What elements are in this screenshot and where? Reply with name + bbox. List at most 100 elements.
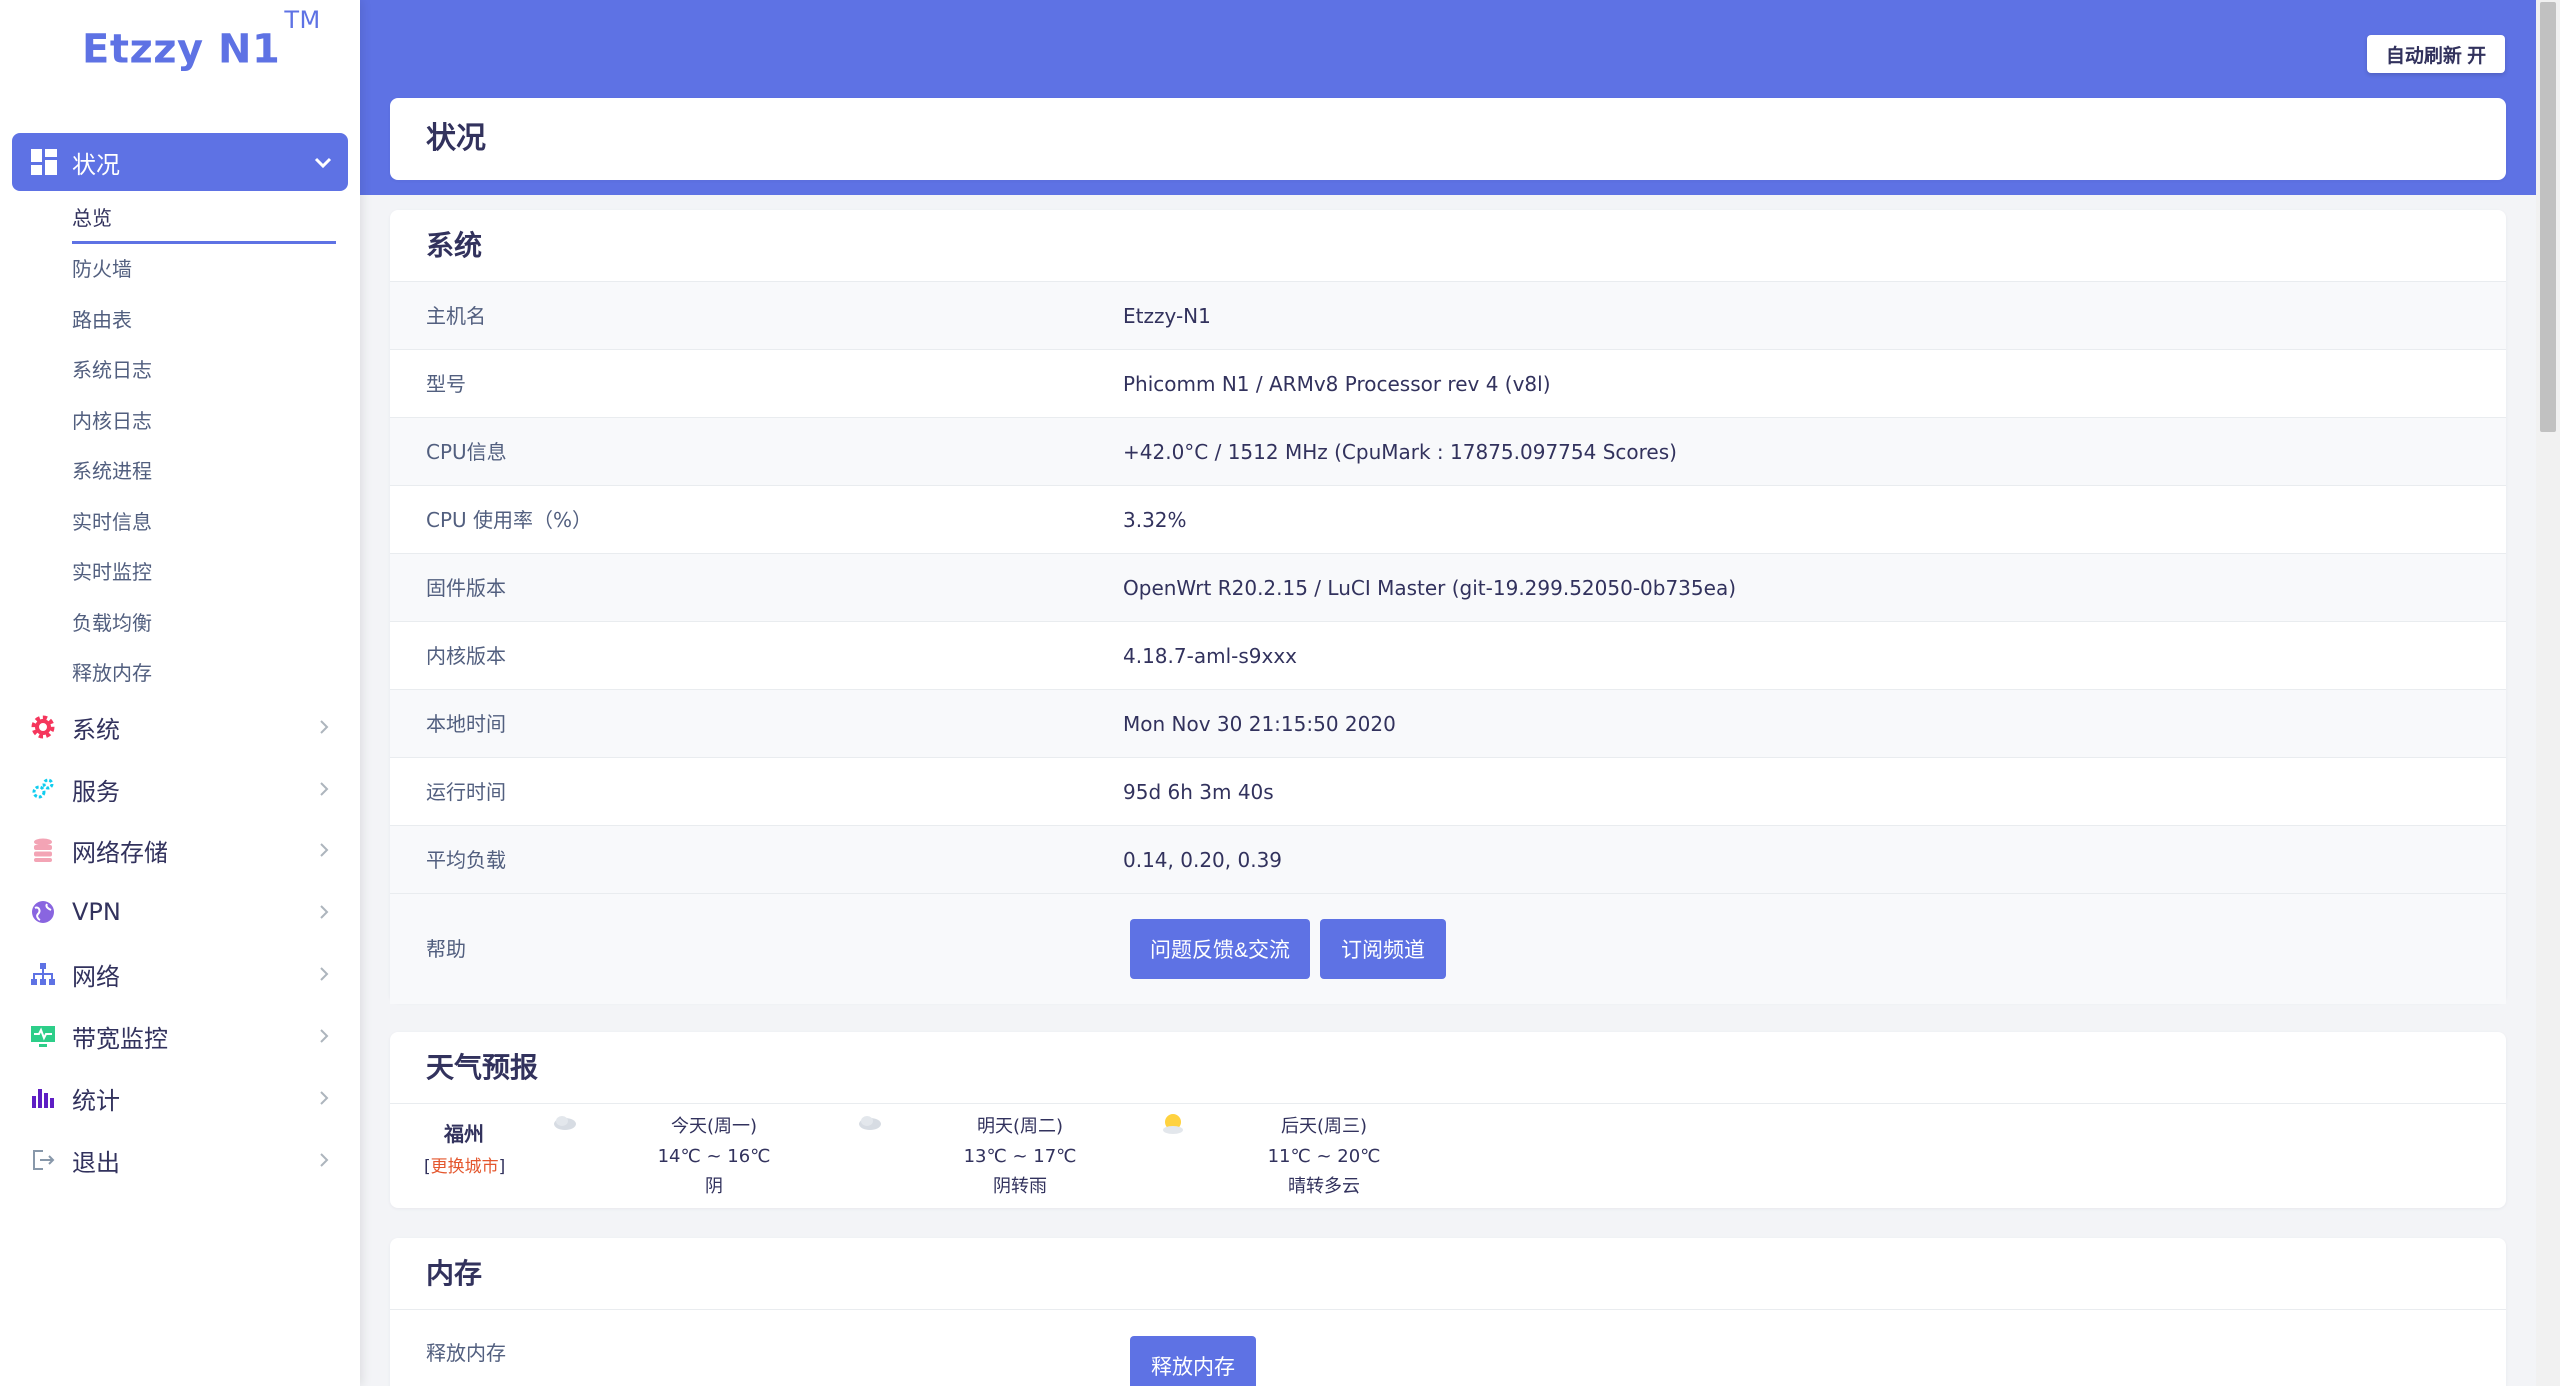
network-icon — [31, 963, 55, 985]
table-row: 型号 Phicomm N1 / ARMv8 Processor rev 4 (v… — [390, 350, 2506, 418]
gear-icon — [31, 715, 55, 739]
forecast-description: 阴 — [705, 1176, 723, 1197]
sidebar: Etzzy N1TM 状况 总览 防火墙 路由表 系统日志 内核日志 系统进程 … — [0, 0, 360, 1386]
change-city: [更换城市] — [424, 1157, 506, 1177]
feedback-button[interactable]: 问题反馈&交流 — [1130, 919, 1310, 979]
row-value: +42.0°C / 1512 MHz (CpuMark : 17875.0977… — [1123, 440, 1677, 464]
sidebar-item-vpn[interactable]: VPN — [12, 883, 348, 941]
auto-refresh-button[interactable]: 自动刷新 开 — [2367, 35, 2505, 73]
sidebar-item-network[interactable]: 网络 — [12, 945, 348, 1003]
sidebar-item-label: 带宽监控 — [72, 1024, 168, 1053]
weather-section-title: 天气预报 — [390, 1032, 2506, 1104]
submenu-realtime-info[interactable]: 实时信息 — [72, 497, 342, 548]
row-value: Phicomm N1 / ARMv8 Processor rev 4 (v8l) — [1123, 372, 1551, 396]
sidebar-item-status[interactable]: 状况 — [12, 133, 348, 191]
row-key: CPU 使用率（%） — [426, 508, 593, 532]
table-row: 内核版本 4.18.7-aml-s9xxx — [390, 622, 2506, 690]
forecast-day: 后天(周三) 11℃ ~ 20℃ 晴转多云 — [1224, 1112, 1424, 1202]
table-row: 固件版本 OpenWrt R20.2.15 / LuCI Master (git… — [390, 554, 2506, 622]
sidebar-item-label: 退出 — [72, 1148, 120, 1177]
row-key: 本地时间 — [426, 712, 506, 736]
forecast-day-label: 明天(周二) — [976, 1116, 1064, 1137]
sidebar-item-statistics[interactable]: 统计 — [12, 1069, 348, 1127]
page-scrollbar[interactable] — [2536, 0, 2560, 1386]
page: 自动刷新 开 Etzzy N1TM 状况 总览 防火墙 路由表 系统日志 内核日… — [0, 0, 2560, 1386]
sidebar-item-network-storage[interactable]: 网络存储 — [12, 821, 348, 879]
table-row: 运行时间 95d 6h 3m 40s — [390, 758, 2506, 826]
change-city-link[interactable]: 更换城市 — [431, 1157, 499, 1177]
city-name: 福州 — [444, 1122, 484, 1146]
page-title-card: 状况 — [390, 98, 2506, 180]
cloud-icon — [859, 1116, 881, 1130]
chevron-right-icon — [320, 720, 329, 734]
bar-chart-icon — [32, 1089, 54, 1108]
row-key: 主机名 — [426, 304, 486, 328]
scrollbar-thumb[interactable] — [2540, 2, 2556, 432]
submenu-routes[interactable]: 路由表 — [72, 295, 342, 346]
globe-icon — [32, 901, 54, 923]
memory-row: 释放内存 释放内存 — [390, 1310, 2506, 1386]
table-row: CPU信息 +42.0°C / 1512 MHz (CpuMark : 1787… — [390, 418, 2506, 486]
table-row: CPU 使用率（%） 3.32% — [390, 486, 2506, 554]
subscribe-button[interactable]: 订阅频道 — [1320, 919, 1446, 979]
row-key: 平均负载 — [426, 848, 506, 872]
monitor-icon — [31, 1026, 55, 1047]
row-value: 95d 6h 3m 40s — [1123, 780, 1274, 804]
sidebar-item-label: 统计 — [72, 1086, 120, 1115]
sidebar-item-label: 状况 — [72, 150, 120, 179]
chevron-right-icon — [320, 1029, 329, 1043]
sidebar-item-services[interactable]: 服务 — [12, 760, 348, 818]
submenu-kernel-log[interactable]: 内核日志 — [72, 396, 342, 447]
weather-body: 福州 [更换城市] 今天(周一) 14℃ ~ 16℃ 阴 明天(周二) 13℃ … — [390, 1104, 2506, 1208]
release-memory-button[interactable]: 释放内存 — [1130, 1336, 1256, 1386]
chevron-right-icon — [320, 905, 329, 919]
row-key: 内核版本 — [426, 644, 506, 668]
submenu-firewall[interactable]: 防火墙 — [72, 244, 342, 295]
forecast-day: 明天(周二) 13℃ ~ 17℃ 阴转雨 — [920, 1112, 1120, 1202]
chevron-right-icon — [320, 782, 329, 796]
status-submenu: 总览 防火墙 路由表 系统日志 内核日志 系统进程 实时信息 实时监控 负载均衡… — [72, 196, 342, 699]
sidebar-item-logout[interactable]: 退出 — [12, 1131, 348, 1189]
forecast-temperature: 11℃ ~ 20℃ — [1267, 1146, 1381, 1167]
row-key: 固件版本 — [426, 576, 506, 600]
row-value: OpenWrt R20.2.15 / LuCI Master (git-19.2… — [1123, 576, 1736, 600]
sidebar-item-label: 服务 — [72, 777, 120, 806]
chevron-down-icon — [314, 157, 332, 169]
memory-section-title: 内存 — [390, 1238, 2506, 1310]
chevron-right-icon — [320, 967, 329, 981]
gears-icon — [32, 778, 54, 799]
forecast-description: 阴转雨 — [993, 1176, 1047, 1197]
submenu-system-log[interactable]: 系统日志 — [72, 345, 342, 396]
brand-logo[interactable]: Etzzy N1TM — [82, 6, 321, 72]
row-value: 3.32% — [1123, 508, 1187, 532]
system-table: 主机名 Etzzy-N1 型号 Phicomm N1 / ARMv8 Proce… — [390, 282, 2506, 1004]
row-key: CPU信息 — [426, 440, 507, 464]
submenu-processes[interactable]: 系统进程 — [72, 446, 342, 497]
help-row: 帮助 问题反馈&交流 订阅频道 — [390, 894, 2506, 1004]
memory-card: 内存 释放内存 释放内存 — [390, 1238, 2506, 1386]
forecast-temperature: 13℃ ~ 17℃ — [963, 1146, 1077, 1167]
submenu-overview[interactable]: 总览 — [72, 196, 336, 244]
submenu-release-memory[interactable]: 释放内存 — [72, 648, 342, 699]
help-label: 帮助 — [426, 937, 466, 961]
database-icon — [34, 838, 52, 862]
cloud-icon — [554, 1116, 576, 1130]
system-card: 系统 主机名 Etzzy-N1 型号 Phicomm N1 / ARMv8 Pr… — [390, 210, 2506, 1004]
sidebar-item-label: 网络存储 — [72, 838, 168, 867]
forecast-day-label: 后天(周三) — [1280, 1116, 1368, 1137]
sidebar-item-system[interactable]: 系统 — [12, 698, 348, 756]
submenu-load-balance[interactable]: 负载均衡 — [72, 598, 342, 649]
table-row: 本地时间 Mon Nov 30 21:15:50 2020 — [390, 690, 2506, 758]
dashboard-icon — [31, 149, 57, 175]
submenu-realtime-monitor[interactable]: 实时监控 — [72, 547, 342, 598]
chevron-right-icon — [320, 843, 329, 857]
sidebar-item-bandwidth-monitor[interactable]: 带宽监控 — [12, 1007, 348, 1065]
sidebar-item-label: VPN — [72, 898, 121, 926]
weather-card: 天气预报 福州 [更换城市] 今天(周一) 14℃ ~ 16℃ 阴 明天(周二)… — [390, 1032, 2506, 1208]
sidebar-item-label: 网络 — [72, 962, 120, 991]
row-value: 0.14, 0.20, 0.39 — [1123, 848, 1283, 872]
chevron-right-icon — [320, 1091, 329, 1105]
system-section-title: 系统 — [390, 210, 2506, 282]
page-title: 状况 — [426, 121, 486, 156]
row-value: Etzzy-N1 — [1123, 304, 1211, 328]
